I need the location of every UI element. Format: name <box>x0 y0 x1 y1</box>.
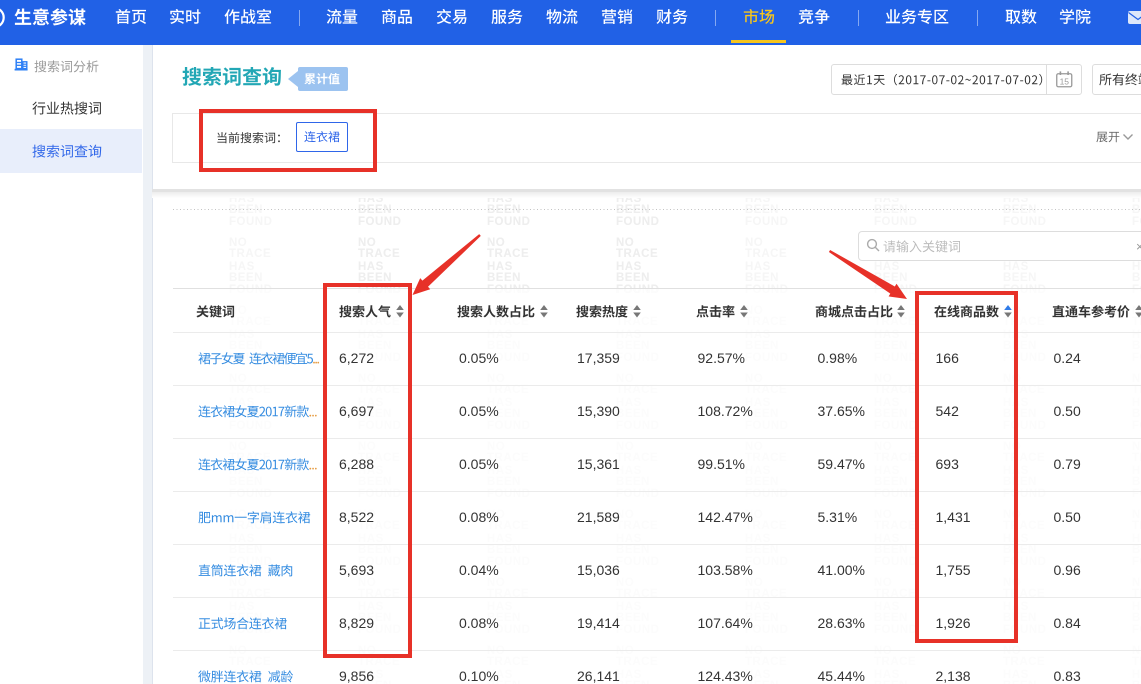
svg-text:15: 15 <box>1060 76 1070 86</box>
